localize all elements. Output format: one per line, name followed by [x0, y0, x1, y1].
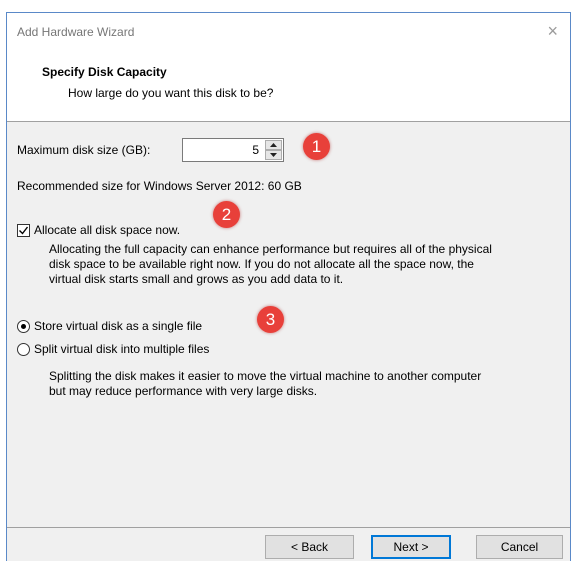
arrow-down-icon [270, 153, 277, 157]
title-bar: Add Hardware Wizard × [7, 13, 570, 55]
footer-divider [7, 527, 570, 528]
disk-size-stepper[interactable]: 5 [182, 138, 284, 162]
split-files-radio[interactable] [17, 343, 30, 356]
split-description-line: but may reduce performance with very lar… [49, 384, 318, 398]
arrow-up-icon [270, 143, 277, 147]
stepper-down-button[interactable] [265, 150, 282, 160]
disk-size-label: Maximum disk size (GB): [17, 143, 151, 157]
single-file-radio[interactable] [17, 320, 30, 333]
radio-selected-dot [21, 324, 26, 329]
callout-badge-2: 2 [213, 201, 240, 228]
close-icon[interactable]: × [547, 21, 558, 41]
page-title: Specify Disk Capacity [42, 65, 167, 79]
page-subtitle: How large do you want this disk to be? [68, 86, 274, 100]
back-button[interactable]: < Back [265, 535, 354, 559]
wizard-header: Specify Disk Capacity How large do you w… [7, 55, 570, 122]
allocate-checkbox[interactable] [17, 224, 30, 237]
checkmark-icon [19, 226, 29, 235]
window-title: Add Hardware Wizard [17, 25, 135, 39]
stepper-buttons [265, 140, 282, 160]
stepper-up-button[interactable] [265, 140, 282, 150]
callout-badge-1: 1 [303, 133, 330, 160]
split-files-label[interactable]: Split virtual disk into multiple files [34, 342, 209, 356]
allocate-label[interactable]: Allocate all disk space now. [34, 223, 180, 237]
callout-badge-3: 3 [257, 306, 284, 333]
cancel-button[interactable]: Cancel [476, 535, 563, 559]
wizard-window: Add Hardware Wizard × Specify Disk Capac… [6, 12, 571, 561]
single-file-label[interactable]: Store virtual disk as a single file [34, 319, 202, 333]
background-strip [0, 0, 576, 12]
next-button[interactable]: Next > [371, 535, 451, 559]
split-description-line: Splitting the disk makes it easier to mo… [49, 369, 482, 383]
split-description: Splitting the disk makes it easier to mo… [49, 369, 481, 399]
allocate-description-line: virtual disk starts small and grows as y… [49, 272, 344, 286]
disk-size-value[interactable]: 5 [252, 143, 259, 157]
allocate-description-line: Allocating the full capacity can enhance… [49, 242, 492, 256]
recommended-size-text: Recommended size for Windows Server 2012… [17, 179, 302, 193]
allocate-description-line: disk space to be available right now. If… [49, 257, 474, 271]
allocate-description: Allocating the full capacity can enhance… [49, 242, 492, 287]
